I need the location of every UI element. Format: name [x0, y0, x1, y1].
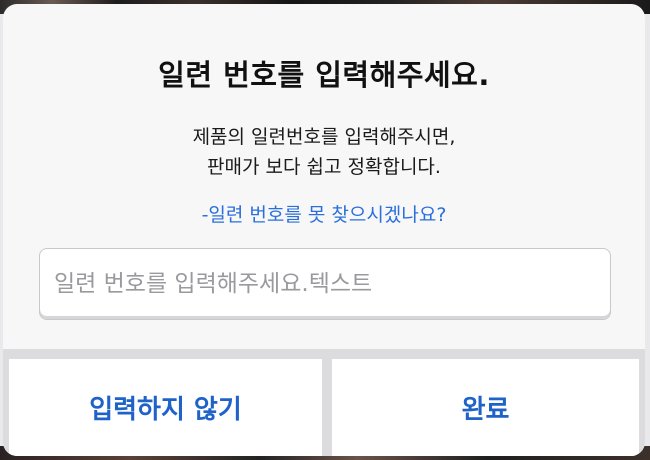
done-button[interactable]: 완료	[332, 359, 639, 456]
dialog-title: 일련 번호를 입력해주세요.	[158, 58, 490, 92]
dialog-message: 제품의 일련번호를 입력해주시면, 판매가 보다 쉽고 정확합니다.	[3, 122, 645, 182]
serial-number-input[interactable]	[39, 248, 611, 320]
message-line-1: 제품의 일련번호를 입력해주시면,	[192, 126, 456, 148]
find-serial-help-link[interactable]: -일련 번호를 못 찾으시겠나요?	[3, 200, 645, 227]
skip-button[interactable]: 입력하지 않기	[9, 359, 322, 456]
serial-number-dialog: 일련 번호를 입력해주세요. 제품의 일련번호를 입력해주시면, 판매가 보다 …	[3, 4, 645, 456]
dialog-button-row: 입력하지 않기 완료	[3, 349, 645, 456]
message-line-2: 판매가 보다 쉽고 정확합니다.	[207, 156, 441, 178]
